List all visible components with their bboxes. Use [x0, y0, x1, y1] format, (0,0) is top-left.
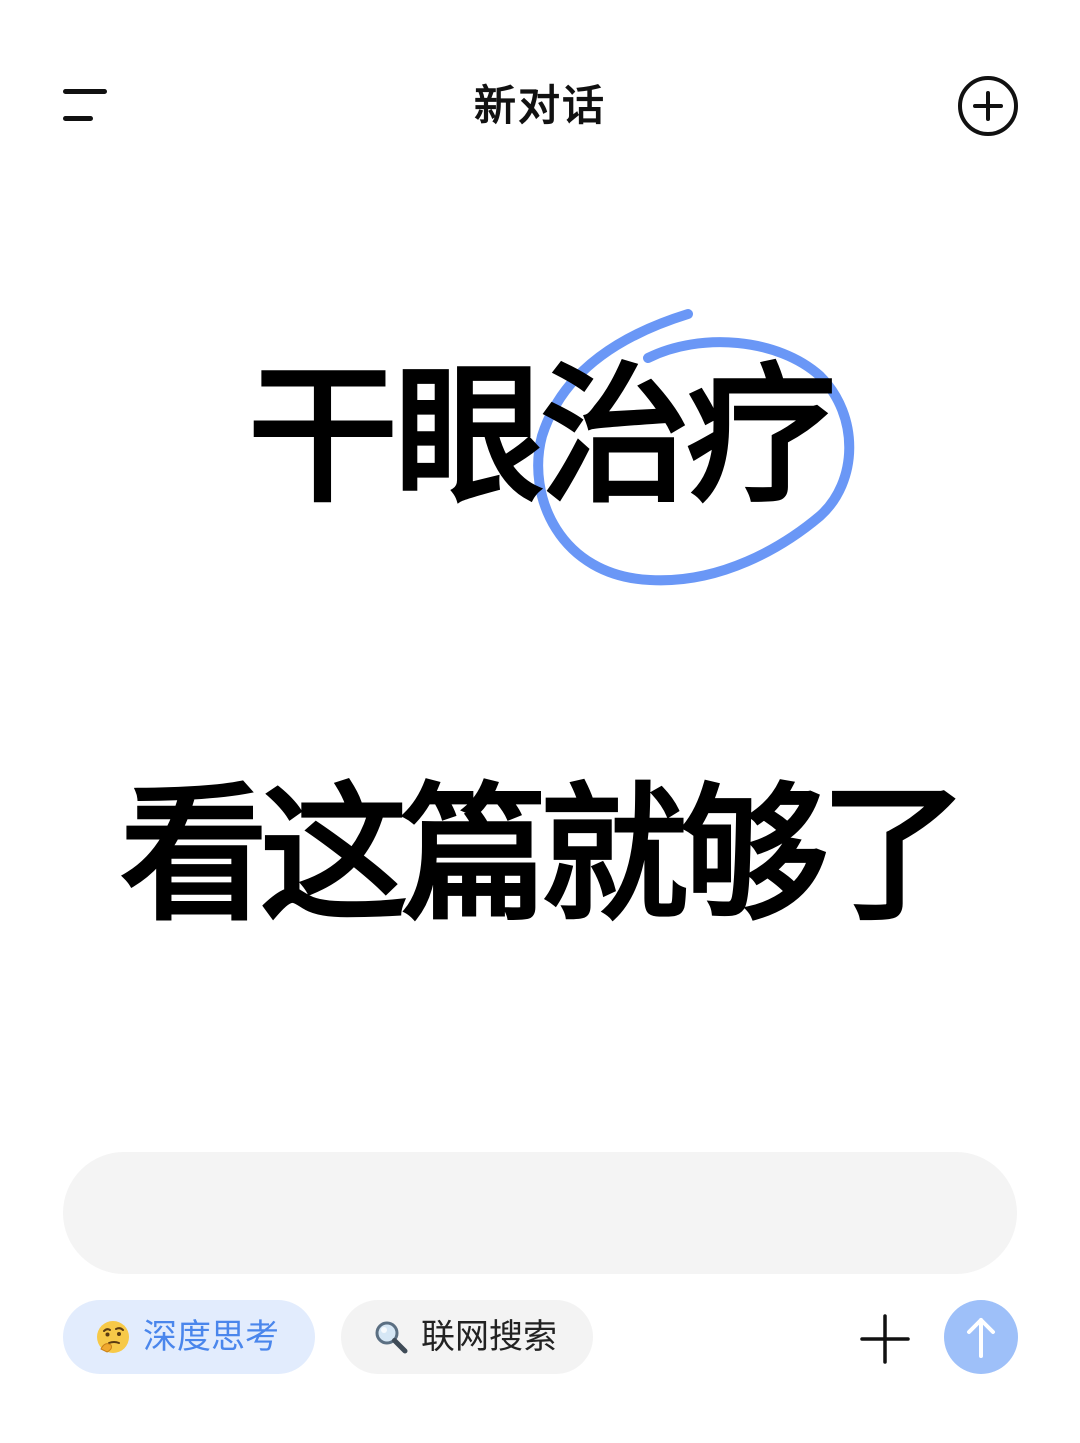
send-button[interactable]: [944, 1300, 1018, 1374]
top-bar: 新对话: [0, 0, 1080, 210]
plus-icon: [860, 1314, 910, 1364]
attach-button[interactable]: [858, 1312, 912, 1366]
thinking-face-icon: [97, 1321, 129, 1353]
magnifier-icon: [375, 1321, 408, 1354]
web-search-button[interactable]: 联网搜索: [341, 1300, 593, 1374]
chat-input[interactable]: [63, 1152, 1017, 1274]
new-chat-button[interactable]: [956, 74, 1020, 138]
page-title: 新对话: [473, 81, 606, 130]
plus-circle-icon: [958, 76, 1018, 136]
deep-think-label: 深度思考: [143, 1317, 279, 1357]
deep-think-button[interactable]: 深度思考: [63, 1300, 315, 1374]
headline-line-1: 干眼治疗: [247, 350, 836, 524]
web-search-label: 联网搜索: [421, 1317, 557, 1357]
arrow-up-icon: [967, 1318, 995, 1358]
headline-line-2: 看这篇就够了: [120, 769, 968, 941]
